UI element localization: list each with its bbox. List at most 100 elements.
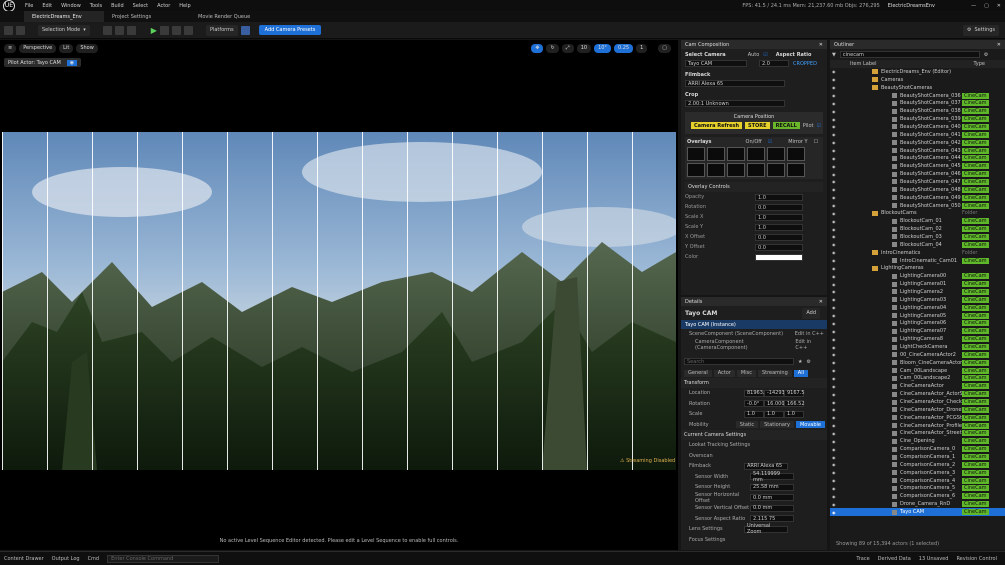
outliner-row[interactable]: ◉ LightingCamera2 CineCam (830, 288, 1005, 296)
browse-icon[interactable] (16, 25, 25, 35)
store-button[interactable]: STORE (745, 122, 770, 129)
eject-icon[interactable] (183, 25, 193, 35)
eject-pilot-icon[interactable]: ◉ (66, 59, 78, 66)
cmd-button[interactable]: Cmd (88, 556, 100, 562)
menu-item-tools[interactable]: Tools (90, 3, 102, 9)
output-log-button[interactable]: Output Log (52, 556, 80, 562)
location-z[interactable]: 9167.5 (784, 389, 805, 397)
translate-tool-icon[interactable]: ✥ (531, 43, 544, 53)
platforms-button[interactable]: Platforms (205, 24, 238, 36)
trace-button[interactable]: Trace (856, 556, 869, 562)
gear-icon[interactable]: ⚙ (984, 52, 988, 58)
outliner-row[interactable]: ◉ LightingCamera07 CineCam (830, 327, 1005, 335)
outliner-row[interactable]: ◉ ComparisonCamera_1 CineCam (830, 453, 1005, 461)
camera-refresh-button[interactable]: Camera Refresh (691, 122, 743, 129)
mobility-static[interactable]: Static (735, 421, 759, 429)
outliner-folder-row[interactable]: ◉ Cameras (830, 76, 1005, 84)
outliner-row[interactable]: ◉ Bloom_CineCameraActor CineCam (830, 359, 1005, 367)
visibility-icon[interactable]: ◉ (832, 69, 842, 74)
filter-icon[interactable]: ★ (798, 359, 802, 365)
visibility-icon[interactable]: ◉ (832, 85, 842, 90)
visibility-icon[interactable]: ◉ (832, 345, 842, 350)
outliner-row[interactable]: ◉ ComparisonCamera_0 CineCam (830, 445, 1005, 453)
visibility-icon[interactable]: ◉ (832, 337, 842, 342)
overscan-row[interactable]: Overscan (681, 451, 827, 462)
cam-composition-tab[interactable]: Cam Composition ✕ (681, 40, 827, 49)
add-camera-presets-button[interactable]: Add Camera Presets (258, 25, 322, 35)
outliner-row[interactable]: ◉ BeautyShotCamera_046 CineCam (830, 170, 1005, 178)
outliner-row[interactable]: ◉ CineCameraActor CineCam (830, 382, 1005, 390)
visibility-icon[interactable]: ◉ (832, 439, 842, 444)
control-slider[interactable]: 1.0 (755, 213, 803, 221)
overlay-preset-icon[interactable] (687, 163, 705, 177)
outliner-row[interactable]: ◉ Cam_00Landscape2 CineCam (830, 375, 1005, 383)
outliner-search-input[interactable]: cinecam (839, 51, 980, 58)
current-camera-header[interactable]: Current Camera Settings (681, 430, 827, 440)
outliner-row[interactable]: ◉ LightingCamera05 CineCam (830, 312, 1005, 320)
outliner-row[interactable]: ◉ BeautyShotCamera_036 CineCam (830, 92, 1005, 100)
component-row[interactable]: CameraComponent (CameraComponent) Edit in… (681, 339, 827, 351)
tab-level[interactable]: ElectricDreams_Env (24, 11, 104, 22)
edit-cpp-link[interactable]: Edit in C++ (795, 331, 824, 337)
outliner-row[interactable]: ◉ ComparisonCamera_4 CineCam (830, 477, 1005, 485)
details-tab[interactable]: Details ✕ (681, 297, 827, 306)
outliner-row[interactable]: ◉ BeautyShotCamera_045 CineCam (830, 162, 1005, 170)
overlay-preset-icon[interactable] (747, 163, 765, 177)
visibility-icon[interactable]: ◉ (832, 447, 842, 452)
outliner-row[interactable]: ◉ ComparisonCamera_2 CineCam (830, 461, 1005, 469)
settings-button[interactable]: ⚙ Settings (963, 24, 999, 36)
outliner-row[interactable]: ◉ BeautyShotCamera_044 CineCam (830, 154, 1005, 162)
visibility-icon[interactable]: ◉ (832, 242, 842, 247)
camera-speed-button[interactable]: 1 (636, 43, 648, 53)
save-icon[interactable] (4, 25, 13, 35)
visibility-icon[interactable]: ◉ (832, 368, 842, 373)
sensor-value[interactable]: 25.58 mm (750, 483, 794, 491)
rotation-x[interactable]: -0.0° (744, 400, 764, 408)
scale-x[interactable]: 1.0 (744, 410, 764, 418)
filter-tab-all[interactable]: All (793, 369, 808, 377)
rotation-snap-button[interactable]: 10° (594, 43, 611, 53)
pilot-checkbox[interactable]: ☑ (816, 123, 820, 129)
sensor-value[interactable]: 54.119999 mm (750, 471, 794, 483)
close-icon[interactable]: ✕ (997, 42, 1001, 48)
outliner-row[interactable]: ◉ BeautyShotCamera_039 CineCam (830, 115, 1005, 123)
visibility-icon[interactable]: ◉ (832, 478, 842, 483)
overlay-preset-icon[interactable] (727, 163, 745, 177)
filter-tab-streaming[interactable]: Streaming (757, 369, 792, 377)
overlay-preset-icon[interactable] (727, 147, 745, 161)
visibility-icon[interactable]: ◉ (832, 132, 842, 137)
outliner-row[interactable]: ◉ Cam_00Landscape CineCam (830, 367, 1005, 375)
outliner-row[interactable]: ◉ LightingCamera01 CineCam (830, 280, 1005, 288)
visibility-icon[interactable]: ◉ (832, 510, 842, 515)
visibility-icon[interactable]: ◉ (832, 203, 842, 208)
outliner-row[interactable]: ◉ BeautyShotCamera_041 CineCam (830, 131, 1005, 139)
visibility-icon[interactable]: ◉ (832, 266, 842, 271)
details-search-input[interactable]: Search (684, 358, 794, 365)
transform-header[interactable]: Transform (681, 378, 827, 388)
outliner-row[interactable]: ◉ CineCameraActor_Checkpoint03 CineCam (830, 398, 1005, 406)
visibility-icon[interactable]: ◉ (832, 329, 842, 334)
tab-movie-render-queue[interactable]: Movie Render Queue (190, 11, 280, 22)
menu-item-window[interactable]: Window (61, 3, 81, 9)
menu-item-edit[interactable]: Edit (42, 3, 52, 9)
outliner-row[interactable]: ◉ IntroCinematic_Cam01 CineCam (830, 257, 1005, 265)
outliner-row[interactable]: ◉ BlockoutCam_03 CineCam (830, 233, 1005, 241)
visibility-icon[interactable]: ◉ (832, 470, 842, 475)
derived-data-button[interactable]: Derived Data (878, 556, 911, 562)
control-slider[interactable]: 0.0 (755, 203, 803, 211)
outliner-folder-row[interactable]: ◉ IntroCinematics Folder (830, 249, 1005, 257)
maximize-icon[interactable]: ▢ (984, 3, 989, 9)
selection-mode-button[interactable]: Selection Mode ▾ (38, 24, 90, 36)
scale-tool-icon[interactable]: ⤢ (561, 43, 574, 53)
visibility-icon[interactable]: ◉ (832, 431, 842, 436)
outliner-row[interactable]: ◉ CineCameraActor_DroneStart CineCam (830, 406, 1005, 414)
outliner-row[interactable]: ◉ ComparisonCamera_5 CineCam (830, 485, 1005, 493)
menu-item-help[interactable]: Help (179, 3, 190, 9)
control-slider[interactable]: 0.0 (755, 233, 803, 241)
perspective-button[interactable]: Perspective (19, 43, 57, 53)
outliner-row[interactable]: ◉ 00_CineCameraActor2 CineCam (830, 351, 1005, 359)
visibility-icon[interactable]: ◉ (832, 313, 842, 318)
visibility-icon[interactable]: ◉ (832, 124, 842, 129)
rotate-tool-icon[interactable]: ↻ (546, 43, 559, 53)
content-drawer-button[interactable]: Content Drawer (4, 556, 44, 562)
